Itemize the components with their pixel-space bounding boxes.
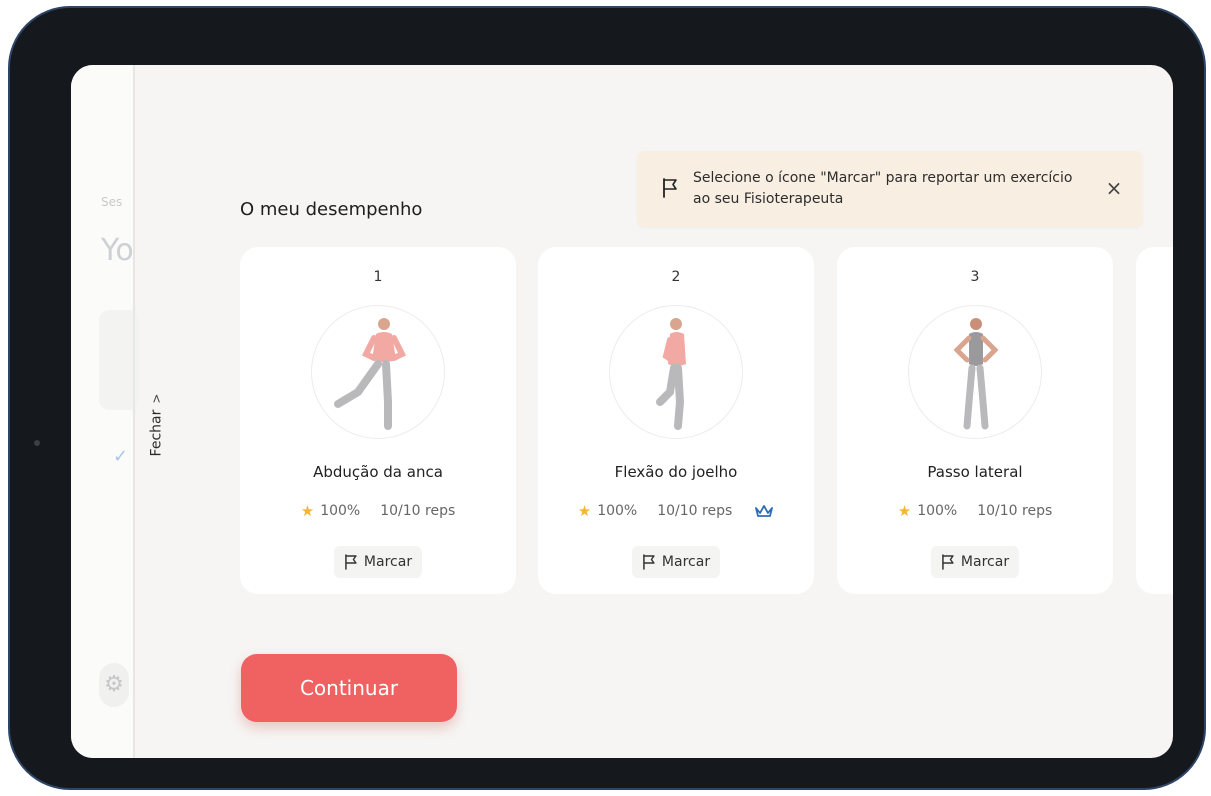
exercise-number: 3 — [970, 269, 980, 285]
gear-icon: ⚙ — [99, 663, 129, 707]
exercise-reps: 10/10 reps — [657, 503, 733, 519]
mark-button-label: Marcar — [960, 554, 1010, 570]
camera-dot — [34, 440, 40, 446]
exercise-card-3: 3 Passo lateral ★ 100% 10/10 reps Marcar — [837, 247, 1113, 594]
exercise-number: 2 — [671, 269, 681, 285]
panel-title: O meu desempenho — [240, 199, 423, 220]
exercise-name: Flexão do joelho — [614, 463, 738, 481]
exercise-stats: ★ 100% 10/10 reps — [240, 502, 516, 520]
mark-button-label: Marcar — [363, 554, 413, 570]
info-toast: Selecione o ícone "Marcar" para reportar… — [637, 151, 1143, 227]
background-session-label: Ses — [101, 195, 123, 209]
panel-divider — [133, 65, 135, 758]
person-knee-flexion-figure — [656, 318, 686, 430]
flag-icon — [345, 554, 357, 570]
crown-icon — [755, 505, 774, 517]
flag-icon — [663, 178, 677, 198]
exercise-score: 100% — [320, 503, 361, 519]
person-abduction-figure — [334, 318, 407, 430]
exercise-score: 100% — [597, 503, 638, 519]
exercise-reps: 10/10 reps — [977, 503, 1053, 519]
exercise-name: Passo lateral — [927, 463, 1023, 481]
exercise-number: 1 — [373, 269, 383, 285]
exercise-card-2: 2 Flexão do joelho ★ 100% 10/10 reps Mar… — [538, 247, 814, 594]
check-circle-icon: ✓ — [113, 446, 129, 467]
toast-message: Selecione o ícone "Marcar" para reportar… — [693, 170, 1073, 207]
star-icon: ★ — [300, 502, 315, 520]
background-page — [71, 65, 133, 758]
exercise-photo — [311, 305, 445, 439]
mark-button[interactable]: Marcar — [930, 546, 1020, 578]
exercise-cards: 1 Abdução da anca ★ 100% 10/10 reps Marc… — [240, 247, 1173, 594]
exercise-stats: ★ 100% 10/10 reps — [538, 502, 814, 520]
close-panel-label: Fechar — [148, 409, 164, 457]
background-title: Yo — [101, 233, 134, 268]
close-panel-button[interactable]: Fechar > — [141, 365, 171, 485]
exercise-score: 100% — [917, 503, 958, 519]
person-side-step-figure — [953, 318, 999, 430]
next-exercise-card-peek[interactable] — [1136, 247, 1173, 594]
continue-button[interactable]: Continuar — [241, 654, 457, 722]
flag-icon — [643, 554, 655, 570]
screen: Ses Yo ✓ ⚙ Fechar > O meu desempenho Sel… — [71, 65, 1173, 758]
mark-button[interactable]: Marcar — [333, 546, 423, 578]
exercise-name: Abdução da anca — [313, 463, 443, 481]
exercise-stats: ★ 100% 10/10 reps — [837, 502, 1113, 520]
exercise-photo — [908, 305, 1042, 439]
mark-button-label: Marcar — [661, 554, 711, 570]
chevron-right-icon: > — [149, 393, 163, 404]
tablet-frame: Ses Yo ✓ ⚙ Fechar > O meu desempenho Sel… — [8, 6, 1206, 790]
star-icon: ★ — [577, 502, 592, 520]
star-icon: ★ — [897, 502, 912, 520]
exercise-reps: 10/10 reps — [380, 503, 456, 519]
close-icon[interactable]: × — [1103, 177, 1125, 199]
exercise-photo — [609, 305, 743, 439]
mark-button[interactable]: Marcar — [631, 546, 721, 578]
exercise-card-1: 1 Abdução da anca ★ 100% 10/10 reps Marc… — [240, 247, 516, 594]
flag-icon — [942, 554, 954, 570]
